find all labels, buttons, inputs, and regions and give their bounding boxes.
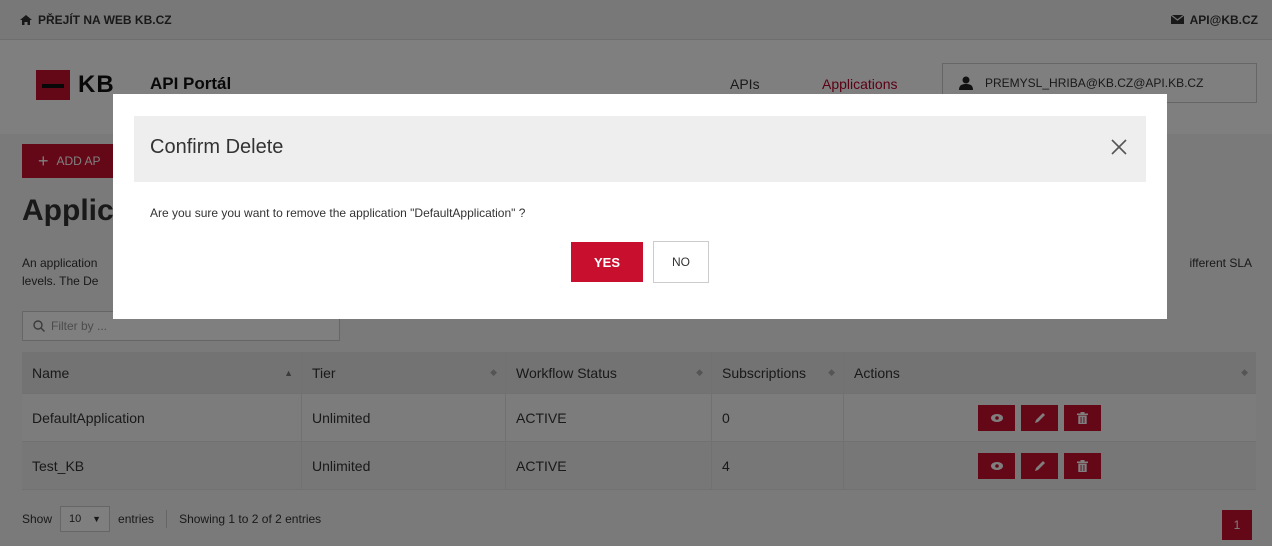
no-button[interactable]: NO [653, 241, 709, 283]
dialog-message: Are you sure you want to remove the appl… [150, 206, 526, 220]
dialog-title: Confirm Delete [150, 136, 284, 158]
dialog-header: Confirm Delete [134, 116, 1146, 182]
yes-button[interactable]: YES [571, 242, 643, 282]
close-icon [1111, 139, 1127, 155]
close-button[interactable] [1108, 136, 1130, 158]
confirm-delete-dialog: Confirm Delete Are you sure you want to … [113, 94, 1167, 319]
